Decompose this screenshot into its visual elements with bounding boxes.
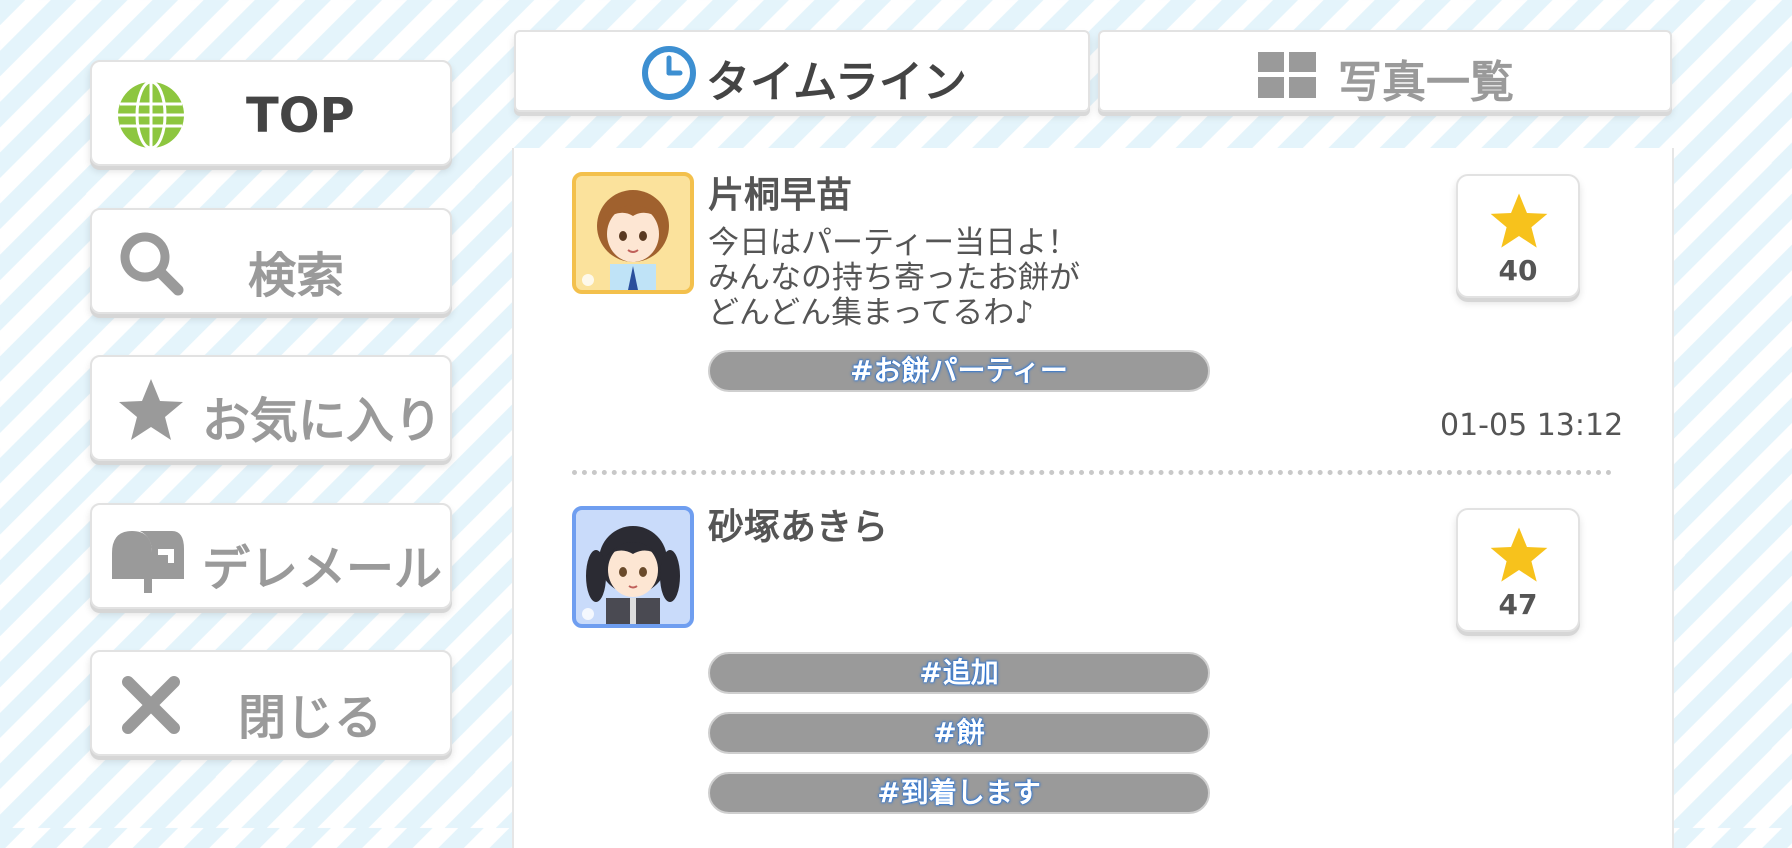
tab-timeline-label: タイムライン <box>706 57 967 108</box>
star-icon <box>1490 527 1548 582</box>
clock-icon <box>642 46 696 100</box>
star-icon <box>119 379 183 440</box>
nav-search-button[interactable]: 検索 <box>90 208 452 314</box>
nav-favorites-label: お気に入り <box>202 393 443 449</box>
character-portrait-icon <box>582 190 669 290</box>
character-portrait-icon <box>582 526 680 624</box>
mailbox-icon <box>112 531 184 593</box>
post-divider <box>572 470 1612 475</box>
nav-favorites-button[interactable]: お気に入り <box>90 355 452 461</box>
nav-close-label: 閉じる <box>238 690 383 746</box>
search-icon <box>120 232 184 296</box>
tab-photos[interactable]: 写真一覧 <box>1098 30 1672 112</box>
nav-close-button[interactable]: 閉じる <box>90 650 452 756</box>
post-timestamp: 01-05 13:12 <box>1440 408 1624 443</box>
hashtag-button[interactable]: #お餅パーティー <box>708 350 1210 392</box>
globe-icon <box>118 80 184 150</box>
close-icon <box>122 676 180 734</box>
nav-top-label: TOP <box>246 88 355 144</box>
hashtag-button[interactable]: #餅 <box>708 712 1210 754</box>
post-author-name: 砂塚あきら <box>708 507 889 548</box>
nav-search-label: 検索 <box>248 248 345 304</box>
nav-mail-button[interactable]: デレメール <box>90 503 452 609</box>
favorite-count: 40 <box>1498 254 1538 287</box>
star-icon <box>1490 193 1548 248</box>
grid-icon <box>1258 52 1316 98</box>
hashtag-button[interactable]: #追加 <box>708 652 1210 694</box>
hashtag-button[interactable]: #到着します <box>708 772 1210 814</box>
favorite-count: 47 <box>1498 588 1538 621</box>
tab-timeline[interactable]: タイムライン <box>514 30 1090 112</box>
tab-photos-label: 写真一覧 <box>1338 57 1514 108</box>
post-author-name: 片桐早苗 <box>708 175 853 216</box>
avatar[interactable] <box>572 506 694 628</box>
nav-mail-label: デレメール <box>202 541 443 597</box>
post-text: 今日はパーティー当日よ！ みんなの持ち寄ったお餅が どんどん集まってるわ♪ <box>708 225 1080 331</box>
nav-top-button[interactable]: TOP <box>90 60 452 166</box>
favorite-button[interactable]: 40 <box>1456 174 1580 298</box>
avatar[interactable] <box>572 172 694 294</box>
favorite-button[interactable]: 47 <box>1456 508 1580 632</box>
